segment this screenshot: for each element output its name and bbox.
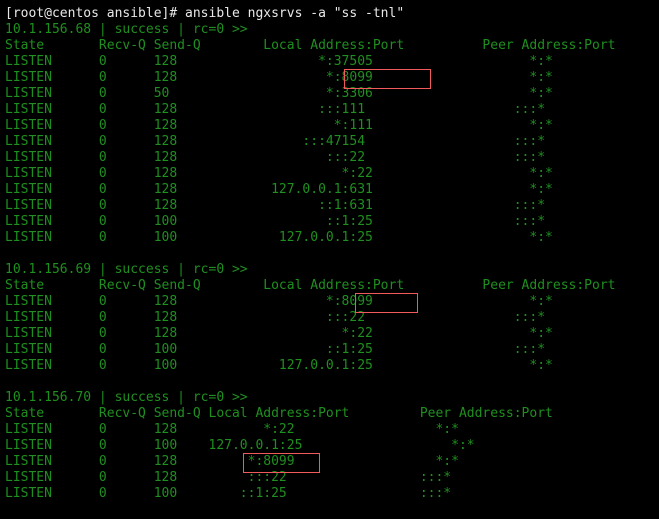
table-row: LISTEN 0 128 :::22 :::* (5, 150, 546, 165)
table-row: LISTEN 0 128 :::47154 :::* (5, 134, 546, 149)
table-row: LISTEN 0 128 *:8099 *:* (5, 454, 459, 469)
table-row: LISTEN 0 128 ::1:631 :::* (5, 198, 546, 213)
table-column-headers: State Recv-Q Send-Q Local Address:Port P… (5, 406, 553, 421)
table-row: LISTEN 0 100 127.0.0.1:25 *:* (5, 230, 553, 245)
table-row: LISTEN 0 128 :::111 :::* (5, 102, 546, 117)
table-row: LISTEN 0 128 :::22 :::* (5, 470, 452, 485)
table-row: LISTEN 0 128 *:22 *:* (5, 326, 553, 341)
host-result-header: 10.1.156.69 | success | rc=0 >> (5, 262, 248, 277)
table-row: LISTEN 0 128 *:37505 *:* (5, 54, 553, 69)
table-column-headers: State Recv-Q Send-Q Local Address:Port P… (5, 38, 616, 53)
terminal-window[interactable]: [root@centos ansible]# ansible ngxsrvs -… (0, 0, 659, 519)
table-row: LISTEN 0 128 127.0.0.1:631 *:* (5, 182, 553, 197)
table-row: LISTEN 0 128 :::22 :::* (5, 310, 546, 325)
table-row: LISTEN 0 128 *:8099 *:* (5, 294, 553, 309)
table-row: LISTEN 0 128 *:111 *:* (5, 118, 553, 133)
host-result-header: 10.1.156.68 | success | rc=0 >> (5, 22, 248, 37)
table-row: LISTEN 0 100 127.0.0.1:25 *:* (5, 358, 553, 373)
table-row: LISTEN 0 100 ::1:25 :::* (5, 486, 452, 501)
table-row: LISTEN 0 128 *:22 *:* (5, 166, 553, 181)
table-column-headers: State Recv-Q Send-Q Local Address:Port P… (5, 278, 616, 293)
table-row: LISTEN 0 100 ::1:25 :::* (5, 342, 546, 357)
table-row: LISTEN 0 50 *:3306 *:* (5, 86, 553, 101)
table-row: LISTEN 0 100 ::1:25 :::* (5, 214, 546, 229)
table-row: LISTEN 0 128 *:8099 *:* (5, 70, 553, 85)
table-row: LISTEN 0 100 127.0.0.1:25 *:* (5, 438, 475, 453)
table-row: LISTEN 0 128 *:22 *:* (5, 422, 459, 437)
host-result-header: 10.1.156.70 | success | rc=0 >> (5, 390, 248, 405)
command-prompt-line: [root@centos ansible]# ansible ngxsrvs -… (5, 6, 405, 21)
